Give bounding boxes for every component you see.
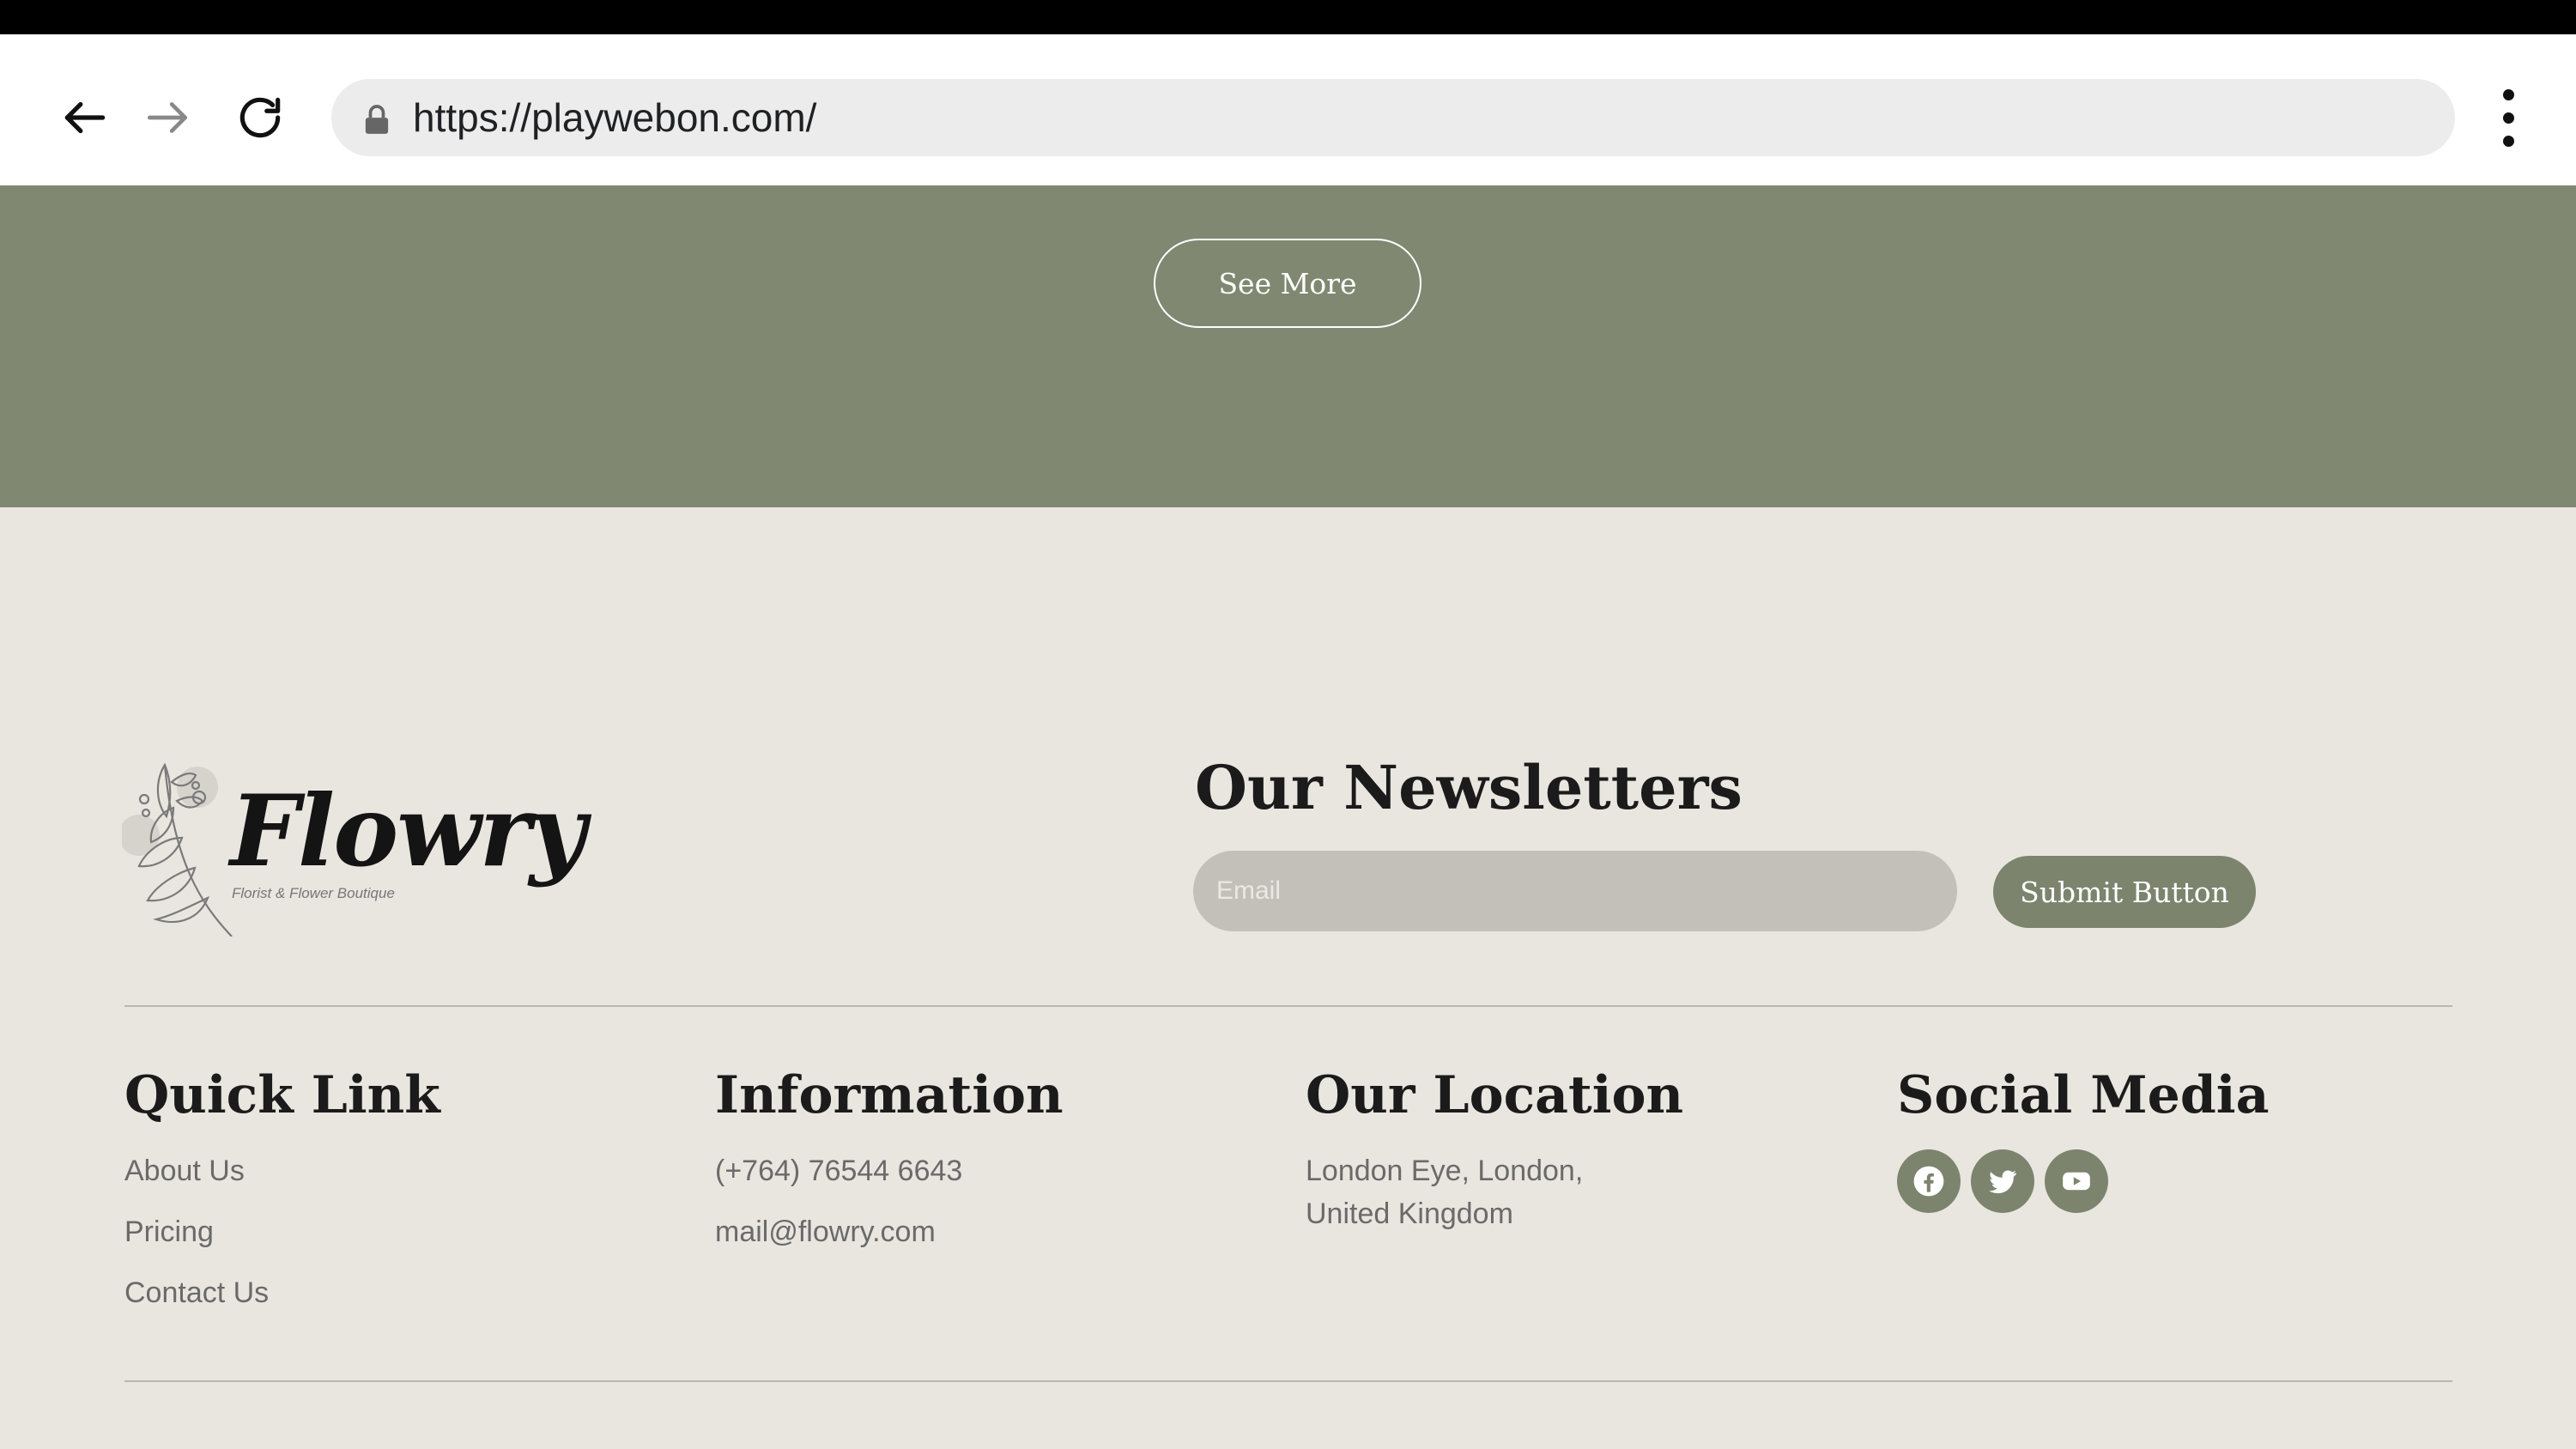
location-line-1: London Eye, London, [1306,1155,1584,1187]
browser-menu-button[interactable] [2485,79,2531,156]
social-media-column: Social Media [1897,1065,2269,1213]
arrow-left-icon [64,101,106,134]
contact-us-link[interactable]: Contact Us [124,1271,440,1314]
location-line-2: United Kingdom [1306,1197,1513,1230]
logo-text: Flowry [230,773,586,888]
reload-icon [239,97,281,138]
quick-link-title: Quick Link [124,1065,440,1125]
location-title: Our Location [1306,1065,1684,1125]
reload-button[interactable] [221,79,299,156]
youtube-icon [2063,1172,2090,1191]
submit-button[interactable]: Submit Button [1993,856,2256,928]
email-link[interactable]: mail@flowry.com [715,1210,1064,1253]
menu-dot-icon [2502,135,2514,147]
footer: Flowry Florist & Flower Boutique Our New… [0,507,2576,1449]
facebook-button[interactable] [1897,1149,1961,1213]
browser-toolbar: https://playwebon.com/ [0,34,2576,185]
brand-logo[interactable]: Flowry Florist & Flower Boutique [122,756,586,937]
information-title: Information [715,1065,1064,1125]
address-bar[interactable]: https://playwebon.com/ [331,79,2455,156]
footer-bottom-divider [124,1380,2452,1382]
arrow-right-icon [148,102,187,133]
url-text: https://playwebon.com/ [413,95,817,140]
facebook-icon [1913,1166,1944,1197]
status-bar [0,0,2576,34]
social-media-title: Social Media [1897,1065,2270,1125]
back-button[interactable] [46,79,124,156]
twitter-icon [1989,1170,2016,1194]
pricing-link[interactable]: Pricing [124,1210,440,1253]
see-more-button[interactable]: See More [1154,239,1421,328]
lock-icon [365,105,389,134]
social-icons [1897,1149,2269,1213]
leaf-icon [122,762,233,937]
about-us-link[interactable]: About Us [124,1149,440,1192]
email-input[interactable] [1193,851,1957,931]
newsletter-title: Our Newsletters [1195,752,1743,823]
location-column: Our Location London Eye, London, United … [1306,1065,1683,1235]
menu-dot-icon [2502,112,2514,124]
information-column: Information (+764) 76544 6643 mail@flowr… [715,1065,1064,1271]
quick-link-column: Quick Link About Us Pricing Contact Us [124,1065,440,1332]
menu-dot-icon [2502,88,2514,100]
phone-link[interactable]: (+764) 76544 6643 [715,1149,1064,1192]
twitter-button[interactable] [1971,1149,2034,1213]
youtube-button[interactable] [2045,1149,2108,1213]
footer-divider [124,1005,2452,1007]
logo-tagline: Florist & Flower Boutique [232,885,395,901]
forward-button[interactable] [129,79,206,156]
hero-band: See More [0,185,2576,507]
